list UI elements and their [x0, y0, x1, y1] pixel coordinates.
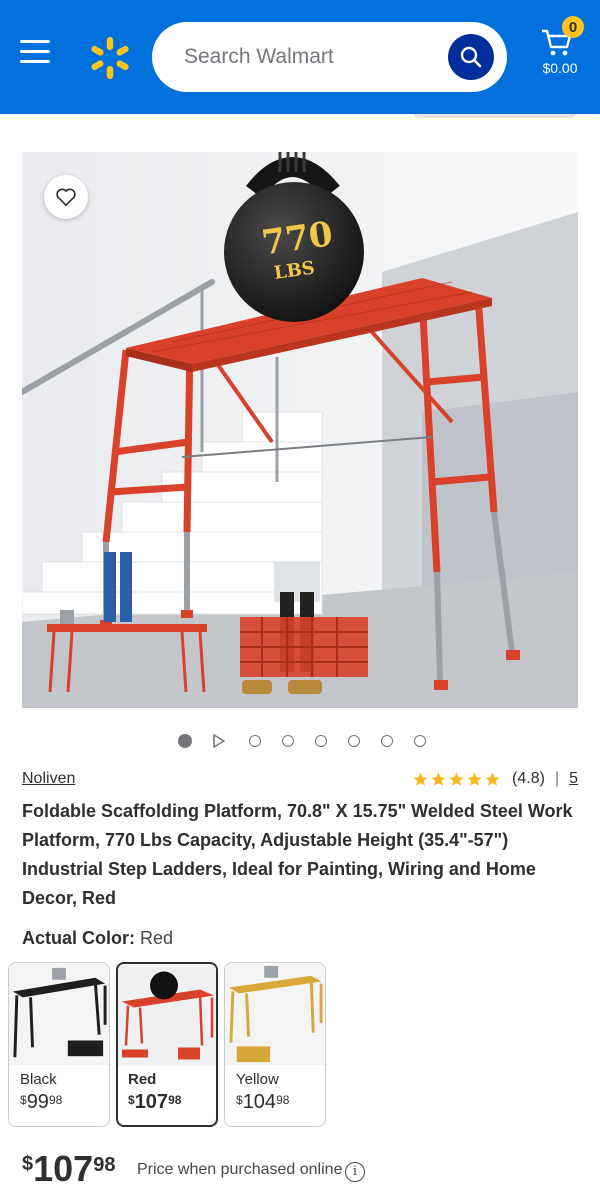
carousel-dot[interactable] [249, 735, 261, 747]
actual-color-label: Actual Color: Red [22, 928, 173, 949]
carousel-dot[interactable] [282, 735, 294, 747]
variant-name: Black [20, 1071, 57, 1088]
cart-count-badge: 0 [562, 16, 584, 38]
product-title: Foldable Scaffolding Platform, 70.8" X 1… [22, 801, 573, 908]
menu-icon[interactable] [20, 40, 56, 70]
carousel-dot[interactable] [348, 735, 360, 747]
search-input[interactable] [184, 40, 434, 74]
search-button[interactable] [448, 34, 494, 80]
star-icon [449, 771, 464, 786]
carousel-dot[interactable] [414, 735, 426, 747]
carousel-dot[interactable] [381, 735, 393, 747]
price-cents: 98 [93, 1154, 116, 1176]
actual-color-key: Actual Color: [22, 928, 136, 948]
star-rating [412, 771, 502, 788]
variant-price: $10798 [128, 1091, 182, 1113]
carousel-dot[interactable] [178, 734, 192, 748]
variant-thumbnail [118, 965, 216, 1066]
rating-value: (4.8) [512, 770, 545, 787]
review-count-link[interactable]: 5 [569, 770, 578, 788]
star-icon [485, 771, 500, 786]
variant-yellow[interactable]: Yellow $10498 [224, 962, 326, 1127]
rating-divider: | [554, 770, 560, 787]
header-bar: 0 $0.00 [0, 0, 600, 114]
variant-name: Red [128, 1071, 157, 1088]
search-icon [460, 46, 482, 68]
scaffold-illustration: 770 LBS [22, 152, 578, 708]
variant-thumbnail [225, 964, 325, 1065]
heart-icon [56, 188, 76, 206]
current-price: $ 107 98 [22, 1148, 115, 1190]
price-note: Price when purchased online [137, 1161, 343, 1178]
video-play-icon[interactable] [213, 734, 225, 748]
actual-color-value: Red [140, 928, 174, 948]
favorite-button[interactable] [44, 175, 88, 219]
variant-name: Yellow [236, 1071, 279, 1088]
variant-thumbnail [9, 964, 109, 1065]
variant-black[interactable]: Black $9998 [8, 962, 110, 1127]
variant-price: $9998 [20, 1091, 63, 1113]
cart-button[interactable]: 0 $0.00 [532, 14, 592, 84]
price-currency: $ [22, 1153, 34, 1175]
star-icon [431, 771, 446, 786]
rating-summary[interactable]: (4.8) | 5 [412, 770, 578, 788]
variant-price: $10498 [236, 1091, 290, 1113]
star-icon [413, 771, 428, 786]
star-icon [467, 771, 482, 786]
product-image[interactable]: 770 LBS [22, 152, 578, 708]
carousel-dot[interactable] [315, 735, 327, 747]
brand-link[interactable]: Noliven [22, 770, 75, 788]
price-dollars: 107 [33, 1148, 94, 1189]
header-shadow [0, 114, 600, 120]
info-icon[interactable]: i [345, 1162, 365, 1182]
color-variant-list: Black $9998 Red $10798 Yellow $10498 [8, 962, 332, 1127]
variant-red[interactable]: Red $10798 [116, 962, 218, 1127]
walmart-spark-logo[interactable] [86, 34, 134, 82]
cart-total: $0.00 [542, 60, 578, 76]
image-carousel-dots [178, 733, 447, 749]
search-bar [152, 22, 507, 92]
